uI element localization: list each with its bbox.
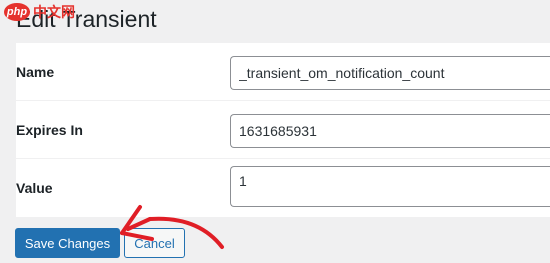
expires-input[interactable] <box>230 114 550 148</box>
expires-label: Expires In <box>16 122 83 138</box>
form-row-value: Value <box>16 159 550 218</box>
value-label: Value <box>16 180 53 196</box>
transient-form: Name Expires In Value <box>16 43 550 218</box>
value-textarea[interactable] <box>230 166 550 207</box>
name-label: Name <box>16 64 55 80</box>
form-row-expires: Expires In <box>16 101 550 159</box>
form-row-name: Name <box>16 43 550 101</box>
cancel-button[interactable]: Cancel <box>124 228 185 258</box>
php-logo-icon: php <box>4 3 30 21</box>
save-changes-button[interactable]: Save Changes <box>15 228 120 258</box>
name-input[interactable] <box>230 56 550 90</box>
watermark: php 中文网 <box>0 0 79 24</box>
watermark-text: 中文网 <box>33 5 75 21</box>
